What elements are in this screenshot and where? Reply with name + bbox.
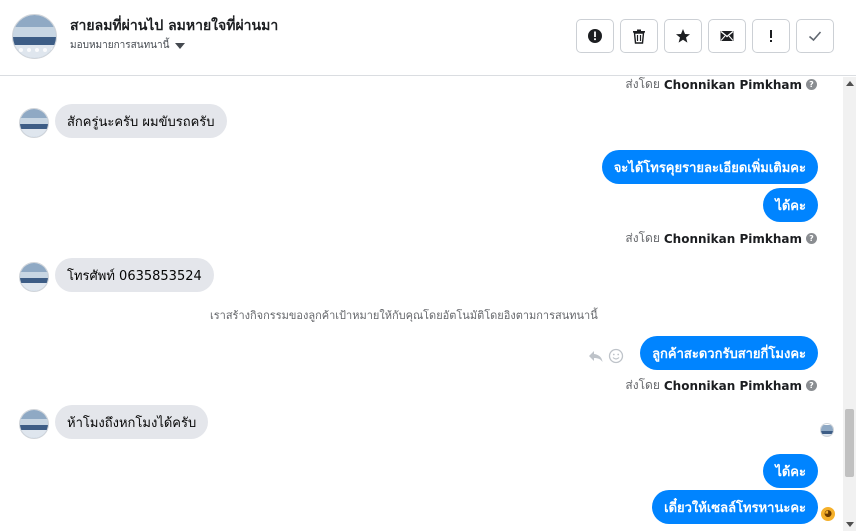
conversation-header: สายลมที่ผ่านไป ลมหายใจที่ผ่านมา มอบหมายก…: [0, 0, 856, 76]
message-tools: [588, 348, 624, 364]
contact-avatar[interactable]: [12, 14, 57, 59]
sent-by-line: ส่งโดย Chonnikan Pimkham ?: [625, 229, 817, 248]
star-button[interactable]: [664, 19, 702, 53]
outgoing-message: เดี๋ยวให้เซลล์โทรหานะคะ: [652, 490, 818, 524]
mark-done-button[interactable]: [796, 19, 834, 53]
message-thread: ส่งโดย Chonnikan Pimkham ? สักครู่นะครับ…: [0, 77, 843, 531]
thread-scrollbar[interactable]: [843, 77, 856, 531]
mark-spam-button[interactable]: [576, 19, 614, 53]
assign-conversation-dropdown[interactable]: มอบหมายการสนทนานี้: [70, 38, 186, 53]
check-icon: [808, 31, 822, 42]
scroll-up-arrow-icon[interactable]: [846, 81, 854, 86]
action-toolbar: [576, 19, 834, 53]
outgoing-message: ได้คะ: [763, 454, 818, 488]
contact-avatar-small[interactable]: [19, 409, 49, 439]
exclamation-icon: [770, 30, 772, 42]
agent-reaction-icon: ◕: [821, 507, 835, 521]
trash-icon: [633, 29, 645, 44]
outgoing-message: จะได้โทรคุยรายละเอียดเพิ่มเติมคะ: [601, 150, 818, 184]
agent-name: Chonnikan Pimkham: [663, 77, 802, 92]
assign-label: มอบหมายการสนทนานี้: [70, 40, 170, 51]
contact-avatar-small[interactable]: [19, 108, 49, 138]
seen-indicator-avatar: [820, 423, 834, 437]
envelope-icon: [720, 31, 734, 41]
sent-by-line: ส่งโดย Chonnikan Pimkham ?: [625, 376, 817, 395]
conversation-title: สายลมที่ผ่านไป ลมหายใจที่ผ่านมา: [70, 18, 279, 34]
sent-by-prefix: ส่งโดย: [625, 378, 660, 392]
sent-by-prefix: ส่งโดย: [625, 77, 660, 91]
reply-icon[interactable]: [588, 348, 604, 364]
info-icon[interactable]: ?: [806, 233, 817, 244]
alert-circle-icon: [588, 29, 602, 43]
delete-button[interactable]: [620, 19, 658, 53]
agent-name: Chonnikan Pimkham: [663, 378, 802, 393]
sent-by-line: ส่งโดย Chonnikan Pimkham ?: [625, 77, 817, 94]
info-icon[interactable]: ?: [806, 380, 817, 391]
mark-unread-button[interactable]: [708, 19, 746, 53]
outgoing-message: ลูกค้าสะดวกรับสายกี่โมงคะ: [640, 336, 818, 370]
incoming-message: โทรศัพท์ 0635853524: [55, 258, 214, 292]
scrollbar-thumb[interactable]: [845, 409, 854, 477]
info-icon[interactable]: ?: [806, 79, 817, 90]
incoming-message: ห้าโมงถึงหกโมงได้ครับ: [55, 405, 209, 439]
follow-up-button[interactable]: [752, 19, 790, 53]
system-note: เราสร้างกิจกรรมของลูกค้าเป้าหมายให้กับคุ…: [210, 309, 598, 322]
agent-name: Chonnikan Pimkham: [663, 231, 802, 246]
caret-down-icon: [175, 42, 186, 49]
scroll-down-arrow-icon[interactable]: [846, 522, 854, 527]
react-emoji-icon[interactable]: [608, 348, 624, 364]
contact-avatar-small[interactable]: [19, 262, 49, 292]
outgoing-message: ได้คะ: [763, 188, 818, 222]
sent-by-prefix: ส่งโดย: [625, 231, 660, 245]
star-icon: [676, 29, 690, 43]
incoming-message: สักครู่นะครับ ผมขับรถครับ: [55, 104, 227, 138]
